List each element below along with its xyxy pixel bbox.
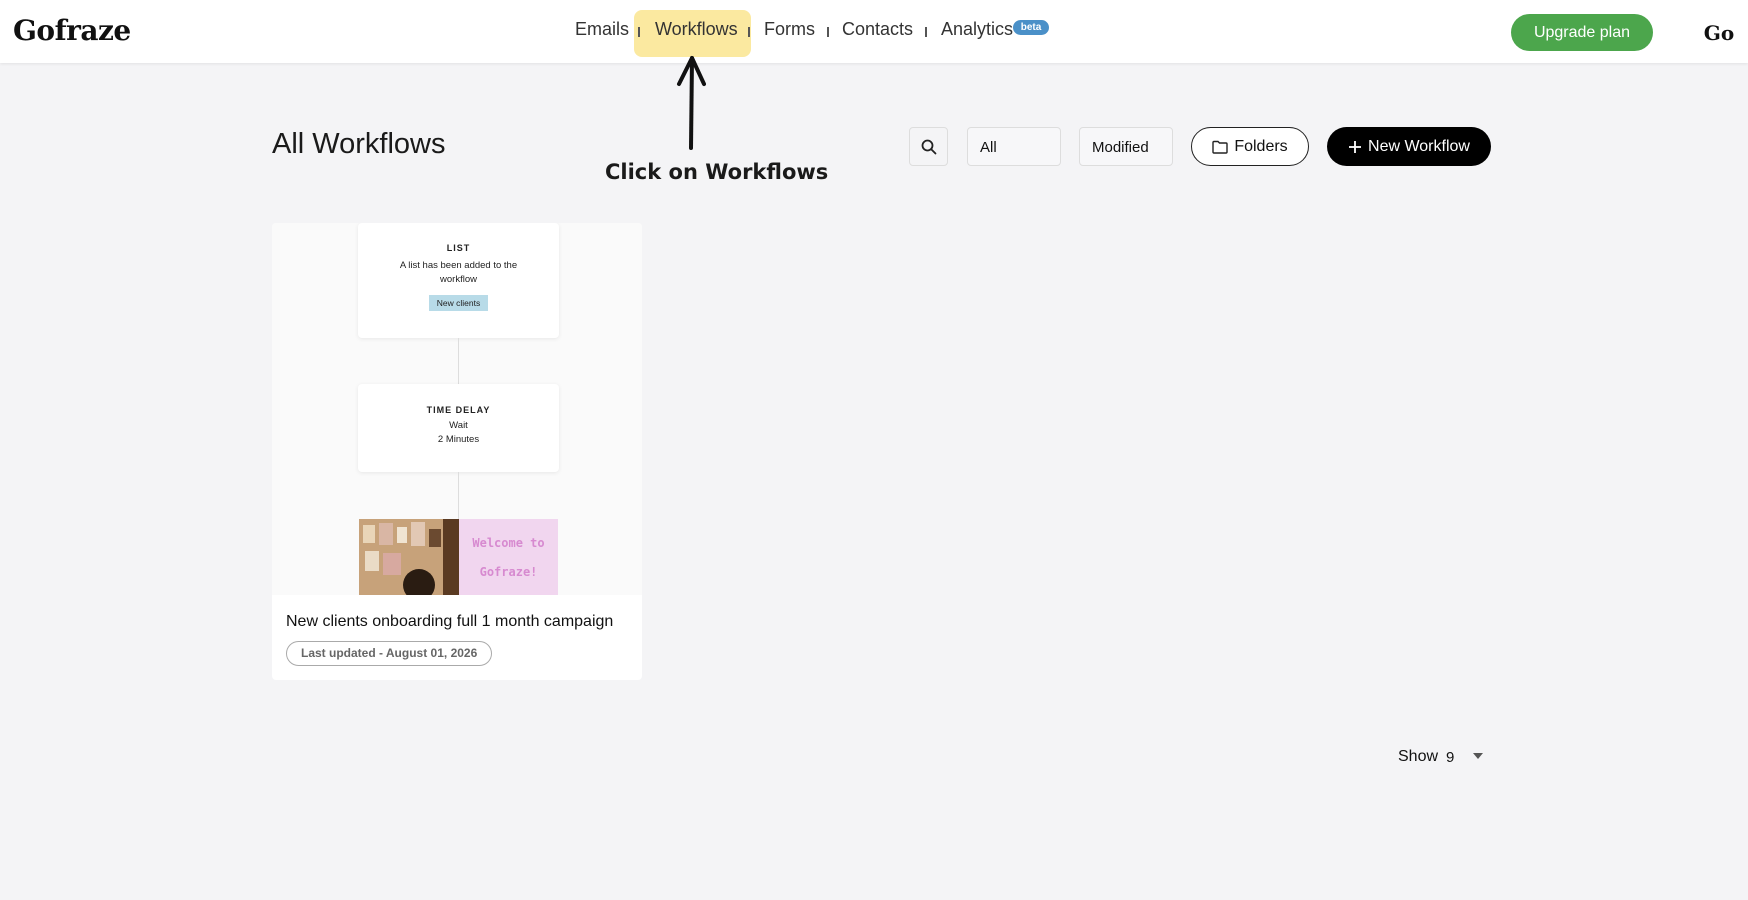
annotation-text: Click on Workflows bbox=[605, 160, 829, 184]
email-photo-graphic bbox=[359, 519, 459, 595]
page-size-select[interactable]: 9 bbox=[1446, 749, 1454, 766]
email-node-preview: Welcome to Gofraze! bbox=[359, 519, 558, 595]
list-node: LIST A list has been added to the workfl… bbox=[358, 223, 559, 338]
workflow-card[interactable]: LIST A list has been added to the workfl… bbox=[272, 223, 642, 680]
page-title: All Workflows bbox=[272, 128, 446, 160]
sort-select[interactable]: Modified bbox=[1079, 127, 1173, 166]
app-logo[interactable]: Gofraze bbox=[13, 14, 131, 47]
list-node-label: LIST bbox=[446, 243, 471, 253]
chevron-down-icon[interactable] bbox=[1473, 753, 1483, 759]
folder-icon bbox=[1212, 140, 1229, 154]
nav-item-analytics[interactable]: Analytics bbox=[941, 19, 1013, 40]
nav-item-contacts[interactable]: Contacts bbox=[842, 19, 913, 40]
email-photo bbox=[359, 519, 459, 595]
workflow-title[interactable]: New clients onboarding full 1 month camp… bbox=[286, 613, 613, 631]
search-icon bbox=[921, 139, 936, 154]
folders-button[interactable]: Folders bbox=[1191, 127, 1309, 166]
nav-item-forms[interactable]: Forms bbox=[764, 19, 815, 40]
workflow-connector bbox=[458, 472, 459, 519]
plus-icon bbox=[1349, 140, 1362, 153]
nav-separator bbox=[748, 27, 750, 37]
nav-separator bbox=[925, 27, 927, 37]
last-updated-badge: Last updated - August 01, 2026 bbox=[286, 641, 493, 666]
page-size-label: Show bbox=[1398, 748, 1439, 765]
new-workflow-button[interactable]: New Workflow bbox=[1327, 127, 1491, 166]
workflow-connector bbox=[458, 338, 459, 384]
email-welcome-panel: Welcome to Gofraze! bbox=[459, 519, 558, 595]
list-node-chip: New clients bbox=[428, 295, 489, 311]
time-delay-node: TIME DELAY Wait 2 Minutes bbox=[358, 384, 559, 472]
time-delay-line1: Wait bbox=[449, 420, 468, 431]
nav-item-workflows[interactable]: Workflows bbox=[655, 19, 738, 40]
annotation-arrow bbox=[677, 56, 706, 150]
search-button[interactable] bbox=[909, 127, 948, 166]
list-node-text: A list has been added to the workflow bbox=[399, 260, 518, 285]
nav-item-emails[interactable]: Emails bbox=[575, 19, 629, 40]
avatar[interactable]: Go bbox=[1700, 14, 1738, 52]
email-welcome-line2: Gofraze! bbox=[479, 565, 538, 579]
filter-select[interactable]: All bbox=[967, 127, 1061, 166]
beta-badge: beta bbox=[1013, 20, 1049, 35]
nav-separator bbox=[638, 27, 640, 37]
time-delay-line2: 2 Minutes bbox=[437, 434, 480, 445]
upgrade-plan-button[interactable]: Upgrade plan bbox=[1511, 14, 1653, 51]
new-workflow-label: New Workflow bbox=[1368, 137, 1470, 155]
time-delay-label: TIME DELAY bbox=[426, 405, 491, 415]
folders-label: Folders bbox=[1234, 137, 1288, 155]
nav-separator bbox=[827, 27, 829, 37]
top-navigation-bar: Gofraze Emails Workflows Forms Contacts … bbox=[0, 0, 1748, 63]
email-welcome-line1: Welcome to bbox=[472, 536, 545, 550]
workflow-preview: LIST A list has been added to the workfl… bbox=[272, 223, 642, 595]
